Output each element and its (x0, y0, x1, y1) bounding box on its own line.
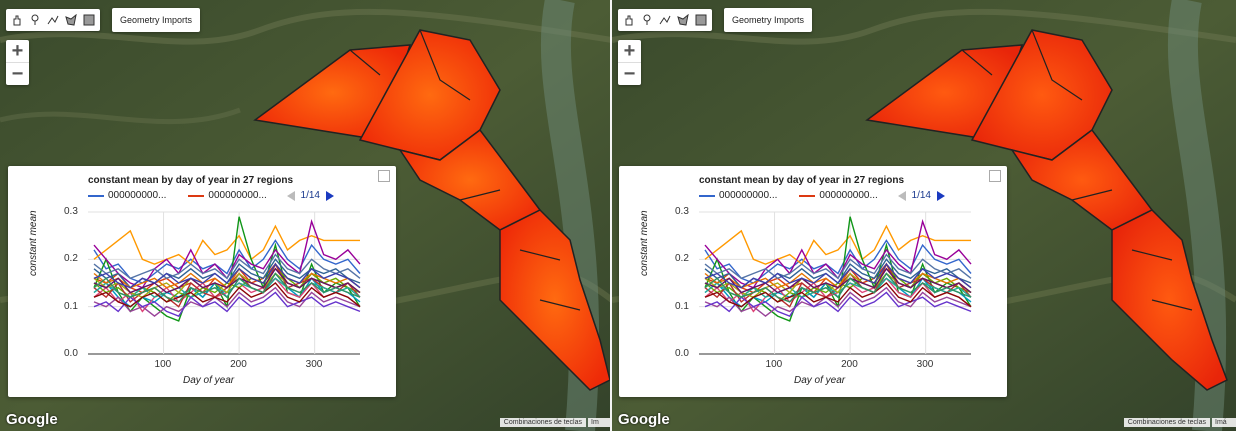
keyboard-shortcuts-link[interactable]: Combinaciones de teclas (499, 418, 586, 427)
drawing-tools (618, 9, 712, 31)
marker-point-icon[interactable] (26, 10, 44, 30)
x-tick-label: 200 (230, 359, 247, 370)
google-logo: Google (618, 411, 670, 428)
y-tick-label: 0.2 (675, 253, 689, 265)
drawing-toolbar: Geometry Imports (6, 8, 201, 32)
y-tick-label: 0.1 (64, 300, 78, 312)
polygon-tool-icon[interactable] (62, 10, 80, 30)
y-tick-label: 0.1 (675, 300, 689, 312)
rectangle-tool-icon[interactable] (692, 10, 710, 30)
pan-hand-icon[interactable] (620, 10, 638, 30)
drawing-tools (6, 9, 100, 31)
polygon-tool-icon[interactable] (674, 10, 692, 30)
series-line[interactable] (93, 216, 361, 322)
zoom-control: + − (6, 40, 29, 85)
map-pane-left[interactable]: Geometry Imports + − constant mean by da… (0, 0, 612, 431)
zoom-out-button[interactable]: − (6, 63, 29, 85)
line-plot (88, 211, 361, 355)
map-pane-right[interactable]: Geometry Imports + − constant mean by da… (612, 0, 1236, 431)
rectangle-tool-icon[interactable] (80, 10, 98, 30)
y-tick-label: 0.2 (64, 253, 78, 265)
keyboard-shortcuts-link[interactable]: Combinaciones de teclas (1123, 418, 1210, 427)
google-logo: Google (6, 411, 58, 428)
line-tool-icon[interactable] (44, 10, 62, 30)
x-tick-label: 200 (841, 359, 858, 370)
line-plot (699, 211, 972, 355)
x-tick-label: 100 (765, 359, 783, 370)
y-tick-label: 0.3 (675, 206, 689, 217)
imagery-attribution[interactable]: Im (588, 418, 612, 427)
zoom-in-button[interactable]: + (618, 40, 641, 62)
x-tick-label: 300 (916, 359, 934, 370)
x-tick-label: 100 (154, 359, 172, 370)
geometry-imports-button[interactable]: Geometry Imports (112, 8, 201, 32)
y-tick-label: 0.3 (64, 206, 78, 217)
pan-hand-icon[interactable] (8, 10, 26, 30)
y-tick-label: 0.0 (64, 348, 78, 359)
zoom-out-button[interactable]: − (618, 63, 641, 85)
chart-panel: constant mean by day of year in 27 regio… (619, 166, 1007, 397)
zoom-control: + − (618, 40, 641, 85)
y-tick-label: 0.0 (675, 348, 689, 359)
marker-point-icon[interactable] (638, 10, 656, 30)
geometry-imports-button[interactable]: Geometry Imports (724, 8, 813, 32)
imagery-attribution[interactable]: Imá (1212, 418, 1236, 427)
zoom-in-button[interactable]: + (6, 40, 29, 62)
line-tool-icon[interactable] (656, 10, 674, 30)
x-tick-label: 300 (305, 359, 323, 370)
series-line[interactable] (704, 216, 972, 322)
drawing-toolbar: Geometry Imports (618, 8, 813, 32)
chart-panel: constant mean by day of year in 27 regio… (8, 166, 396, 397)
